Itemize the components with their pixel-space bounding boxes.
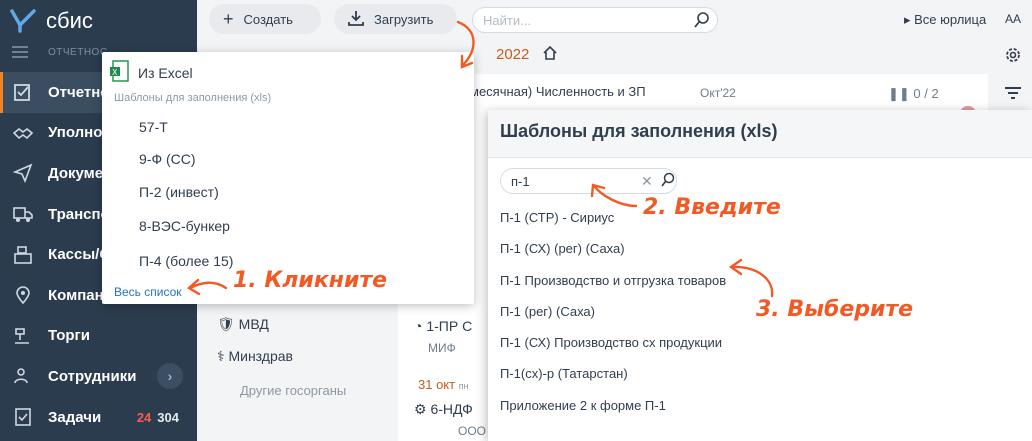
sidebar-item-employees[interactable]: Сотрудники › xyxy=(0,356,197,397)
font-size-button[interactable]: AA xyxy=(1005,12,1021,26)
search-icon[interactable] xyxy=(660,172,676,191)
excel-icon: X xyxy=(110,60,130,85)
annotation-step-2: 2. Введите xyxy=(643,195,781,220)
handshake-icon xyxy=(12,122,34,144)
dialog-result-item[interactable]: П-1 (СХ) (рег) (Саха) xyxy=(500,241,625,256)
org-item-label: Минздрав xyxy=(228,348,293,364)
chevron-right-icon[interactable]: › xyxy=(157,363,183,390)
report-title[interactable]: месячная) Численность и ЗП xyxy=(470,84,646,99)
report-item-label: 6-НДФ xyxy=(430,401,473,417)
tasks-badge-new: 24 xyxy=(136,409,152,425)
cash-register-icon xyxy=(12,244,34,266)
clear-icon[interactable]: ✕ xyxy=(641,173,653,190)
upload-button-label: Загрузить xyxy=(374,11,434,27)
sidebar-item-auctions[interactable]: Торги xyxy=(0,316,197,357)
templates-dialog: Шаблоны для заполнения (xls) п-1 ✕ П-1 (… xyxy=(488,110,1032,441)
templates-section-label: Шаблоны для заполнения (xls) xyxy=(114,92,272,104)
report-item-6ndfl[interactable]: ⚙ 6-НДФ xyxy=(414,401,473,418)
report-date: Окт'22 xyxy=(700,86,736,100)
dialog-result-item[interactable]: Приложение 2 к форме П-1 xyxy=(500,398,666,413)
report-count: ❚❚ 0 / 2 xyxy=(888,86,939,101)
search-icon[interactable] xyxy=(693,11,711,32)
org-selector[interactable]: ▸ Все юрлица xyxy=(904,12,986,28)
dialog-result-item[interactable]: П-1 Производство и отгрузка товаров xyxy=(500,273,726,288)
create-button[interactable]: + Создать xyxy=(209,4,321,34)
date-value: 31 окт xyxy=(418,377,456,392)
dialog-search-value: п-1 xyxy=(511,173,530,189)
logo-text: сбис xyxy=(46,8,93,33)
template-item[interactable]: П-2 (инвест) xyxy=(139,184,219,200)
home-icon[interactable] xyxy=(543,45,557,63)
dialog-title: Шаблоны для заполнения (xls) xyxy=(500,121,778,141)
report-item-label: 1-ПР С xyxy=(426,318,473,334)
org-item-mvd[interactable]: 🛡 МВД xyxy=(217,316,269,333)
create-button-label: Создать xyxy=(243,11,293,27)
weekday: пн xyxy=(458,381,469,391)
sidebar-item-tasks[interactable]: Задачи 24 304 xyxy=(0,397,197,438)
tasks-icon xyxy=(12,406,34,428)
template-item[interactable]: 9-Ф (СС) xyxy=(139,151,196,167)
tasks-badge-total: 304 xyxy=(157,409,179,425)
sidebar-item-label: Отчетно xyxy=(48,83,110,101)
upload-dropdown: X Из Excel Шаблоны для заполнения (xls) … xyxy=(102,52,474,304)
report-item-org: МИФ xyxy=(428,341,456,355)
org-label: Все юрлица xyxy=(914,12,987,27)
report-item-1pr[interactable]: ◔ 1-ПР С xyxy=(414,318,472,334)
tasks-badge: 24 304 xyxy=(137,410,179,425)
date-header: 31 окт пн xyxy=(418,377,469,392)
report-item-org: ООО xyxy=(458,424,487,438)
gear-icon[interactable] xyxy=(1003,45,1023,68)
report-count-value: 0 / 2 xyxy=(913,86,939,101)
plus-icon: + xyxy=(223,9,234,29)
location-icon xyxy=(12,284,34,306)
dialog-result-item[interactable]: П-1 (СХ) Производство сх продукции xyxy=(500,335,722,350)
upload-button[interactable]: Загрузить xyxy=(334,4,457,34)
sidebar-item-label: Задачи xyxy=(48,408,102,426)
sidebar-item-label: Кассы/С xyxy=(48,246,111,264)
logo[interactable]: сбис xyxy=(10,8,93,34)
dialog-result-item[interactable]: П-1 (СТР) - Сириус xyxy=(500,210,614,225)
sort-icon[interactable] xyxy=(1004,86,1022,105)
org-item-label: МВД xyxy=(238,316,269,332)
search-input[interactable]: Найти... xyxy=(472,7,718,33)
sidebar-item-label: Торги xyxy=(48,327,91,345)
menu-icon[interactable] xyxy=(12,46,28,61)
annotation-step-3: 3. Выберите xyxy=(756,297,914,322)
sidebar-section-label: ОТЧЕТНОС xyxy=(48,47,108,58)
annotation-step-1: 1. Кликните xyxy=(233,268,388,293)
search-placeholder: Найти... xyxy=(483,12,531,28)
svg-text:X: X xyxy=(112,68,118,77)
full-list-link[interactable]: Весь список xyxy=(114,285,182,299)
template-item[interactable]: 57-Т xyxy=(139,119,168,135)
auction-icon xyxy=(12,325,34,347)
sidebar-item-label: Сотрудники xyxy=(48,367,137,385)
sidebar-item-label: Докуме xyxy=(48,164,104,182)
people-icon xyxy=(12,365,34,387)
sbis-logo-icon xyxy=(10,9,36,33)
template-item[interactable]: П-4 (более 15) xyxy=(139,253,233,269)
report-icon xyxy=(12,81,34,103)
truck-icon xyxy=(12,203,34,225)
org-item-other[interactable]: Другие госорганы xyxy=(240,383,346,398)
org-item-minzdrav[interactable]: ⚕ Минздрав xyxy=(217,348,293,365)
template-item[interactable]: 8-ВЭС-бункер xyxy=(139,218,230,234)
upload-icon xyxy=(348,10,364,29)
from-excel-item[interactable]: X Из Excel xyxy=(110,60,193,85)
dialog-header: Шаблоны для заполнения (xls) xyxy=(488,110,1032,158)
period-selector: 2022 xyxy=(470,45,557,63)
dialog-result-item[interactable]: П-1 (рег) (Саха) xyxy=(500,304,595,319)
from-excel-label: Из Excel xyxy=(138,64,193,81)
paper-plane-icon xyxy=(12,162,34,184)
dialog-result-item[interactable]: П-1(сх)-р (Татарстан) xyxy=(500,366,628,381)
year-label[interactable]: 2022 xyxy=(496,46,529,63)
sidebar-item-label: Транспо xyxy=(48,205,110,223)
